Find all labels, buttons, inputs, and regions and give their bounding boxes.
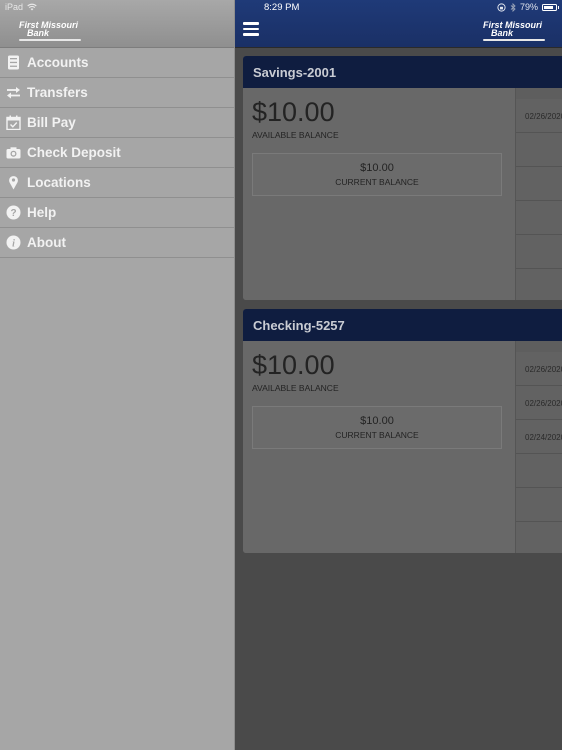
map-pin-icon [6,175,21,190]
current-balance-amount: $10.00 [360,162,394,174]
transaction-row[interactable] [516,454,562,488]
sidebar-item-accounts[interactable]: Accounts [0,48,234,78]
sidebar-menu: Accounts Transfers Bill Pay Check Deposi… [0,48,234,258]
status-time: 8:29 PM [264,2,300,13]
svg-text:?: ? [10,208,16,219]
calendar-check-icon [6,115,21,130]
app-root: iPad First Missouri Bank Accounts Transf… [0,0,562,750]
bank-logo: First Missouri Bank [19,21,81,41]
sidebar-item-transfers[interactable]: Transfers [0,78,234,108]
transaction-row[interactable]: 02/24/2020 [516,420,562,454]
sidebar-item-label: Help [27,205,57,220]
transaction-list: 02/26/2020 02/26/2020 02/24/2020 [515,341,562,553]
sidebar-item-label: Transfers [27,85,88,100]
transaction-row[interactable] [516,235,562,269]
current-balance-label: CURRENT BALANCE [335,177,419,187]
transaction-row[interactable] [516,269,562,300]
sidebar: iPad First Missouri Bank Accounts Transf… [0,0,235,750]
transaction-list-header [516,341,562,352]
logo-line2: Bank [491,28,514,38]
sidebar-header: iPad First Missouri Bank [0,0,234,48]
status-bar-left: iPad [5,2,37,12]
bank-logo: First Missouri Bank [483,21,545,41]
battery-icon [542,3,559,11]
available-balance-amount: $10.00 [252,97,335,127]
transaction-list: 02/26/2020 [515,88,562,300]
orientation-lock-icon [497,2,506,12]
hamburger-menu-button[interactable] [243,22,259,36]
account-card-body: $10.00 AVAILABLE BALANCE $10.00 CURRENT … [243,341,562,553]
main-panel: 8:29 PM 79% First Missouri Bank Savings-… [235,0,562,750]
current-balance-box: $10.00 CURRENT BALANCE [252,153,502,196]
transaction-row[interactable]: 02/26/2020 [516,352,562,386]
transaction-list-header [516,88,562,99]
status-bar-right: 79% [497,2,559,12]
transaction-row[interactable] [516,522,562,553]
sidebar-item-label: Locations [27,175,91,190]
accounts-icon [6,55,21,70]
sidebar-item-help[interactable]: ? Help [0,198,234,228]
logo-line2: Bank [27,28,50,38]
current-balance-label: CURRENT BALANCE [335,430,419,440]
sidebar-item-label: Accounts [27,55,89,70]
battery-percent: 79% [519,2,538,12]
bluetooth-icon [510,2,516,12]
help-icon: ? [6,205,21,220]
balance-area: $10.00 AVAILABLE BALANCE $10.00 CURRENT … [243,88,515,300]
current-balance-box: $10.00 CURRENT BALANCE [252,406,502,449]
logo-underline [19,39,81,41]
battery-fill [544,5,553,9]
available-balance-label: AVAILABLE BALANCE [252,383,339,393]
sidebar-item-about[interactable]: i About [0,228,234,258]
logo-underline [483,39,545,41]
sidebar-item-label: Check Deposit [27,145,121,160]
top-nav-bar: 8:29 PM 79% First Missouri Bank [235,0,562,48]
current-balance-amount: $10.00 [360,415,394,427]
transaction-row[interactable] [516,133,562,167]
device-label: iPad [5,2,24,12]
account-card: Checking-5257 $10.00 AVAILABLE BALANCE $… [243,309,562,553]
svg-text:i: i [12,238,15,249]
transaction-row[interactable] [516,167,562,201]
sidebar-item-locations[interactable]: Locations [0,168,234,198]
transfers-icon [6,85,21,100]
sidebar-item-label: Bill Pay [27,115,76,130]
balance-area: $10.00 AVAILABLE BALANCE $10.00 CURRENT … [243,341,515,553]
transaction-row[interactable]: 02/26/2020 [516,99,562,133]
account-card-header[interactable]: Checking-5257 [243,309,562,341]
transaction-row[interactable]: 02/26/2020 [516,386,562,420]
available-balance-label: AVAILABLE BALANCE [252,130,339,140]
sidebar-item-check-deposit[interactable]: Check Deposit [0,138,234,168]
info-icon: i [6,235,21,250]
transaction-row[interactable] [516,488,562,522]
available-balance-amount: $10.00 [252,350,335,380]
account-card: Savings-2001 $10.00 AVAILABLE BALANCE $1… [243,56,562,300]
account-card-body: $10.00 AVAILABLE BALANCE $10.00 CURRENT … [243,88,562,300]
sidebar-item-label: About [27,235,66,250]
transaction-row[interactable] [516,201,562,235]
account-card-header[interactable]: Savings-2001 [243,56,562,88]
wifi-icon [27,3,37,11]
camera-icon [6,145,21,160]
sidebar-item-bill-pay[interactable]: Bill Pay [0,108,234,138]
